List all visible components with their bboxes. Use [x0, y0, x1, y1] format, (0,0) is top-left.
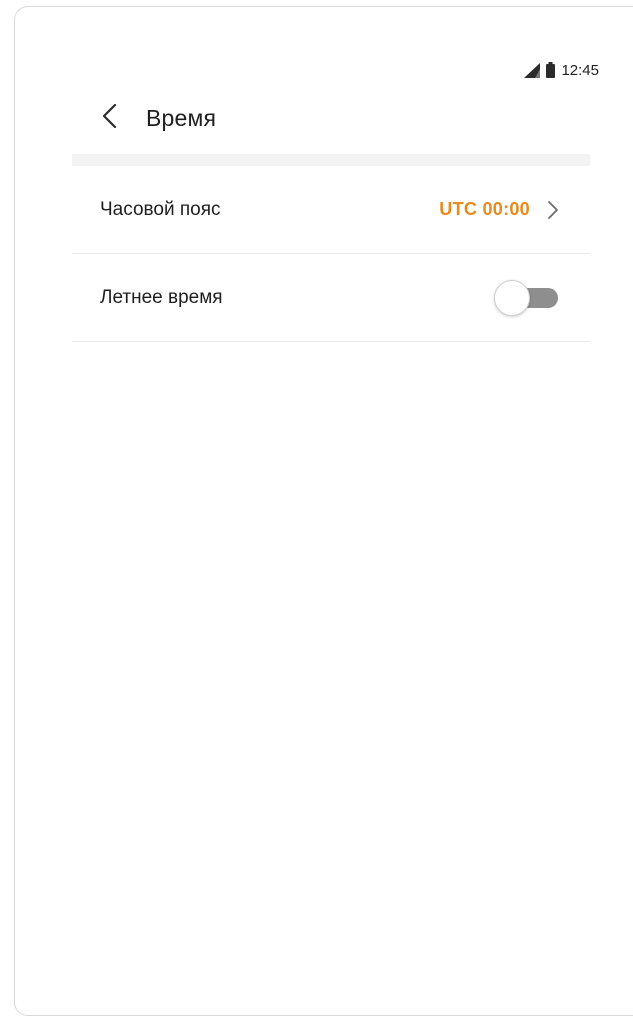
toggle-thumb: [494, 279, 530, 316]
page-title: Время: [146, 104, 217, 131]
chevron-right-icon: [546, 199, 560, 221]
status-time: 12:45: [561, 61, 599, 79]
timezone-row[interactable]: Часовой пояс UTC 00:00: [72, 166, 590, 254]
timezone-value: UTC 00:00: [439, 199, 530, 219]
dst-label: Летнее время: [100, 286, 223, 308]
signal-icon: [524, 62, 541, 78]
dst-toggle[interactable]: [494, 279, 560, 316]
chevron-left-icon: [101, 103, 117, 134]
dst-row: Летнее время: [72, 254, 590, 342]
battery-icon: [546, 62, 556, 78]
settings-list: Часовой пояс UTC 00:00 Летнее время: [72, 166, 590, 342]
app-bar: Время: [98, 102, 216, 134]
status-bar: 12:45: [524, 61, 599, 79]
section-divider: [72, 154, 590, 166]
back-button[interactable]: [98, 102, 120, 134]
timezone-label: Часовой пояс: [100, 198, 221, 220]
